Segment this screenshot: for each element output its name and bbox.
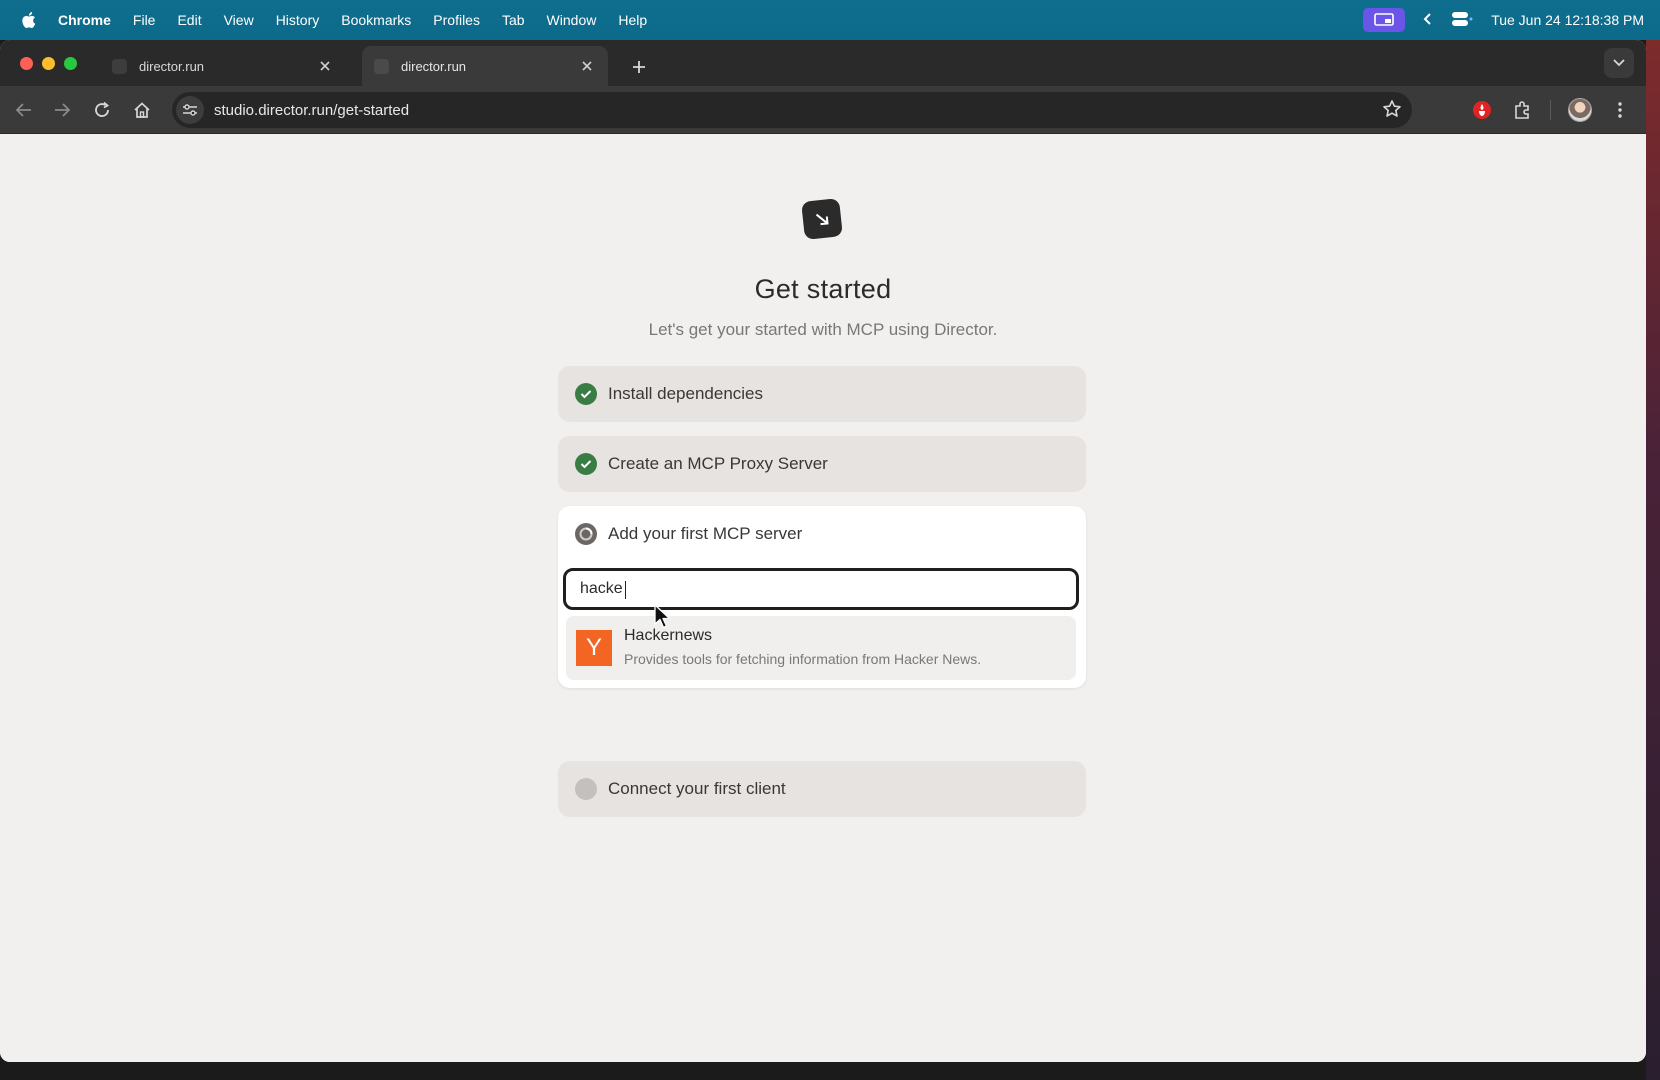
tab-title: director.run (401, 58, 467, 74)
window-controls (20, 57, 77, 70)
menu-file[interactable]: File (133, 12, 156, 28)
progress-circle-icon (575, 523, 597, 545)
menu-window[interactable]: Window (547, 12, 597, 28)
step-label: Create an MCP Proxy Server (608, 454, 828, 473)
address-url[interactable]: studio.director.run/get-started (214, 102, 409, 119)
menu-history[interactable]: History (276, 12, 320, 28)
new-tab-button[interactable] (628, 56, 650, 78)
tab-favicon (374, 58, 389, 74)
page-content: Get started Let's get your started with … (0, 134, 1646, 1062)
menu-app-chrome[interactable]: Chrome (58, 12, 111, 28)
step-create-proxy-server[interactable]: Create an MCP Proxy Server (558, 436, 1086, 492)
page-title: Get started (754, 274, 892, 304)
toolbar-separator (1550, 100, 1551, 120)
bookmark-star-icon[interactable] (1382, 99, 1402, 124)
tab-favicon (112, 58, 127, 74)
tab-title: director.run (139, 58, 205, 74)
pending-circle-icon (575, 778, 597, 800)
desktop-edge (1646, 40, 1660, 1080)
profile-avatar[interactable] (1566, 96, 1594, 124)
close-tab-icon[interactable] (578, 57, 596, 75)
extension-record-icon[interactable] (1468, 96, 1496, 124)
browser-menu-icon[interactable] (1606, 96, 1634, 124)
search-result-hackernews[interactable]: Y Hackernews Provides tools for fetching… (566, 616, 1076, 680)
menu-view[interactable]: View (224, 12, 254, 28)
maximize-window-button[interactable] (64, 57, 77, 70)
reload-button[interactable] (90, 98, 114, 122)
minimize-window-button[interactable] (42, 57, 55, 70)
screen-share-icon[interactable] (1363, 8, 1406, 32)
close-tab-icon[interactable] (316, 57, 334, 75)
text-caret (625, 581, 626, 599)
step-label: Add your first MCP server (608, 524, 803, 543)
step-header[interactable]: Add your first MCP server (575, 523, 802, 545)
step-label: Connect your first client (608, 779, 786, 798)
back-button[interactable] (12, 98, 36, 122)
page-subtitle: Let's get your started with MCP using Di… (648, 320, 998, 339)
step-install-dependencies[interactable]: Install dependencies (558, 366, 1086, 422)
macos-menu-bar: Chrome File Edit View History Bookmarks … (0, 0, 1660, 40)
forward-button[interactable] (50, 98, 74, 122)
menu-profiles[interactable]: Profiles (433, 12, 480, 28)
result-description: Provides tools for fetching information … (624, 651, 982, 667)
hackernews-logo-icon: Y (576, 630, 612, 666)
menubar-clock[interactable]: Tue Jun 24 12:18:38 PM (1491, 12, 1644, 28)
tab-search-button[interactable] (1604, 48, 1634, 78)
site-settings-icon[interactable] (176, 96, 204, 124)
address-bar[interactable]: studio.director.run/get-started (172, 92, 1412, 128)
tab-strip: director.run director.run (0, 40, 1646, 86)
menu-edit[interactable]: Edit (177, 12, 201, 28)
menu-bookmarks[interactable]: Bookmarks (341, 12, 411, 28)
server-search-input[interactable] (563, 568, 1079, 610)
mouse-pointer-icon (654, 604, 672, 635)
step-connect-client[interactable]: Connect your first client (558, 761, 1086, 817)
browser-window: director.run director.run studio.directo… (0, 40, 1646, 1062)
close-window-button[interactable] (20, 57, 33, 70)
extensions-puzzle-icon[interactable] (1508, 96, 1536, 124)
step-add-mcp-server: Add your first MCP server Y Hackernews P… (558, 506, 1086, 688)
control-center-icon[interactable] (1451, 11, 1473, 30)
home-button[interactable] (130, 98, 154, 122)
tab-director-1[interactable]: director.run (100, 46, 346, 86)
chevron-left-icon[interactable] (1423, 12, 1433, 29)
browser-toolbar: studio.director.run/get-started (0, 86, 1646, 134)
menu-tab[interactable]: Tab (502, 12, 525, 28)
check-circle-icon (575, 383, 597, 405)
director-logo-icon (801, 198, 843, 240)
check-circle-icon (575, 453, 597, 475)
tab-director-2[interactable]: director.run (362, 46, 608, 86)
avatar (1568, 98, 1592, 122)
menu-help[interactable]: Help (618, 12, 647, 28)
apple-icon[interactable] (14, 11, 42, 29)
step-label: Install dependencies (608, 384, 764, 403)
